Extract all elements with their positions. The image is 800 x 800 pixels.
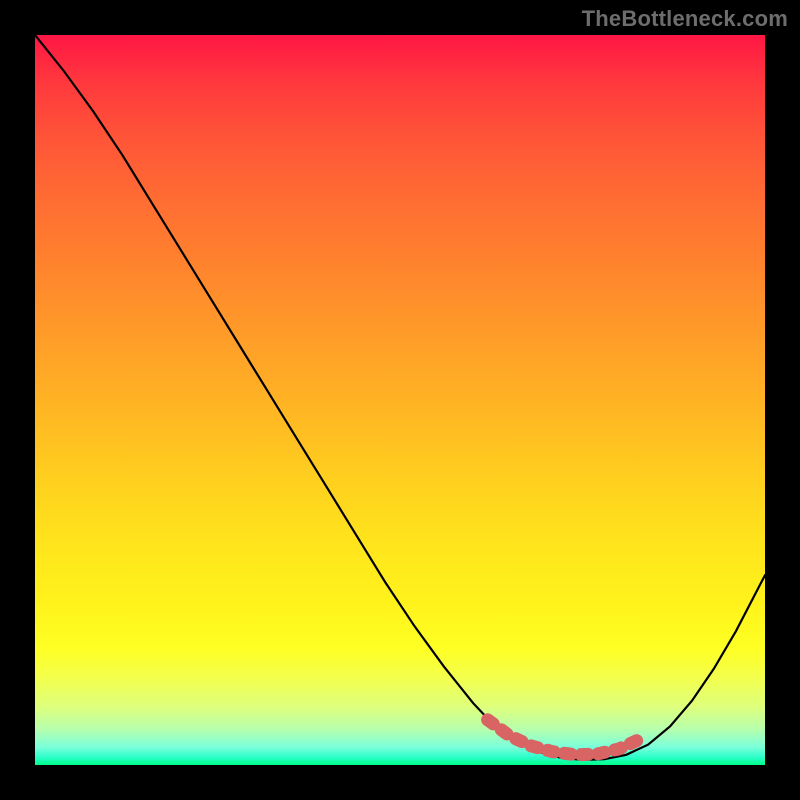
attribution-label: TheBottleneck.com [582, 6, 788, 32]
curve-svg [35, 35, 765, 765]
bottleneck-curve [35, 35, 765, 760]
chart-frame: TheBottleneck.com [0, 0, 800, 800]
plot-area [35, 35, 765, 765]
optimal-range-marker [488, 720, 641, 755]
